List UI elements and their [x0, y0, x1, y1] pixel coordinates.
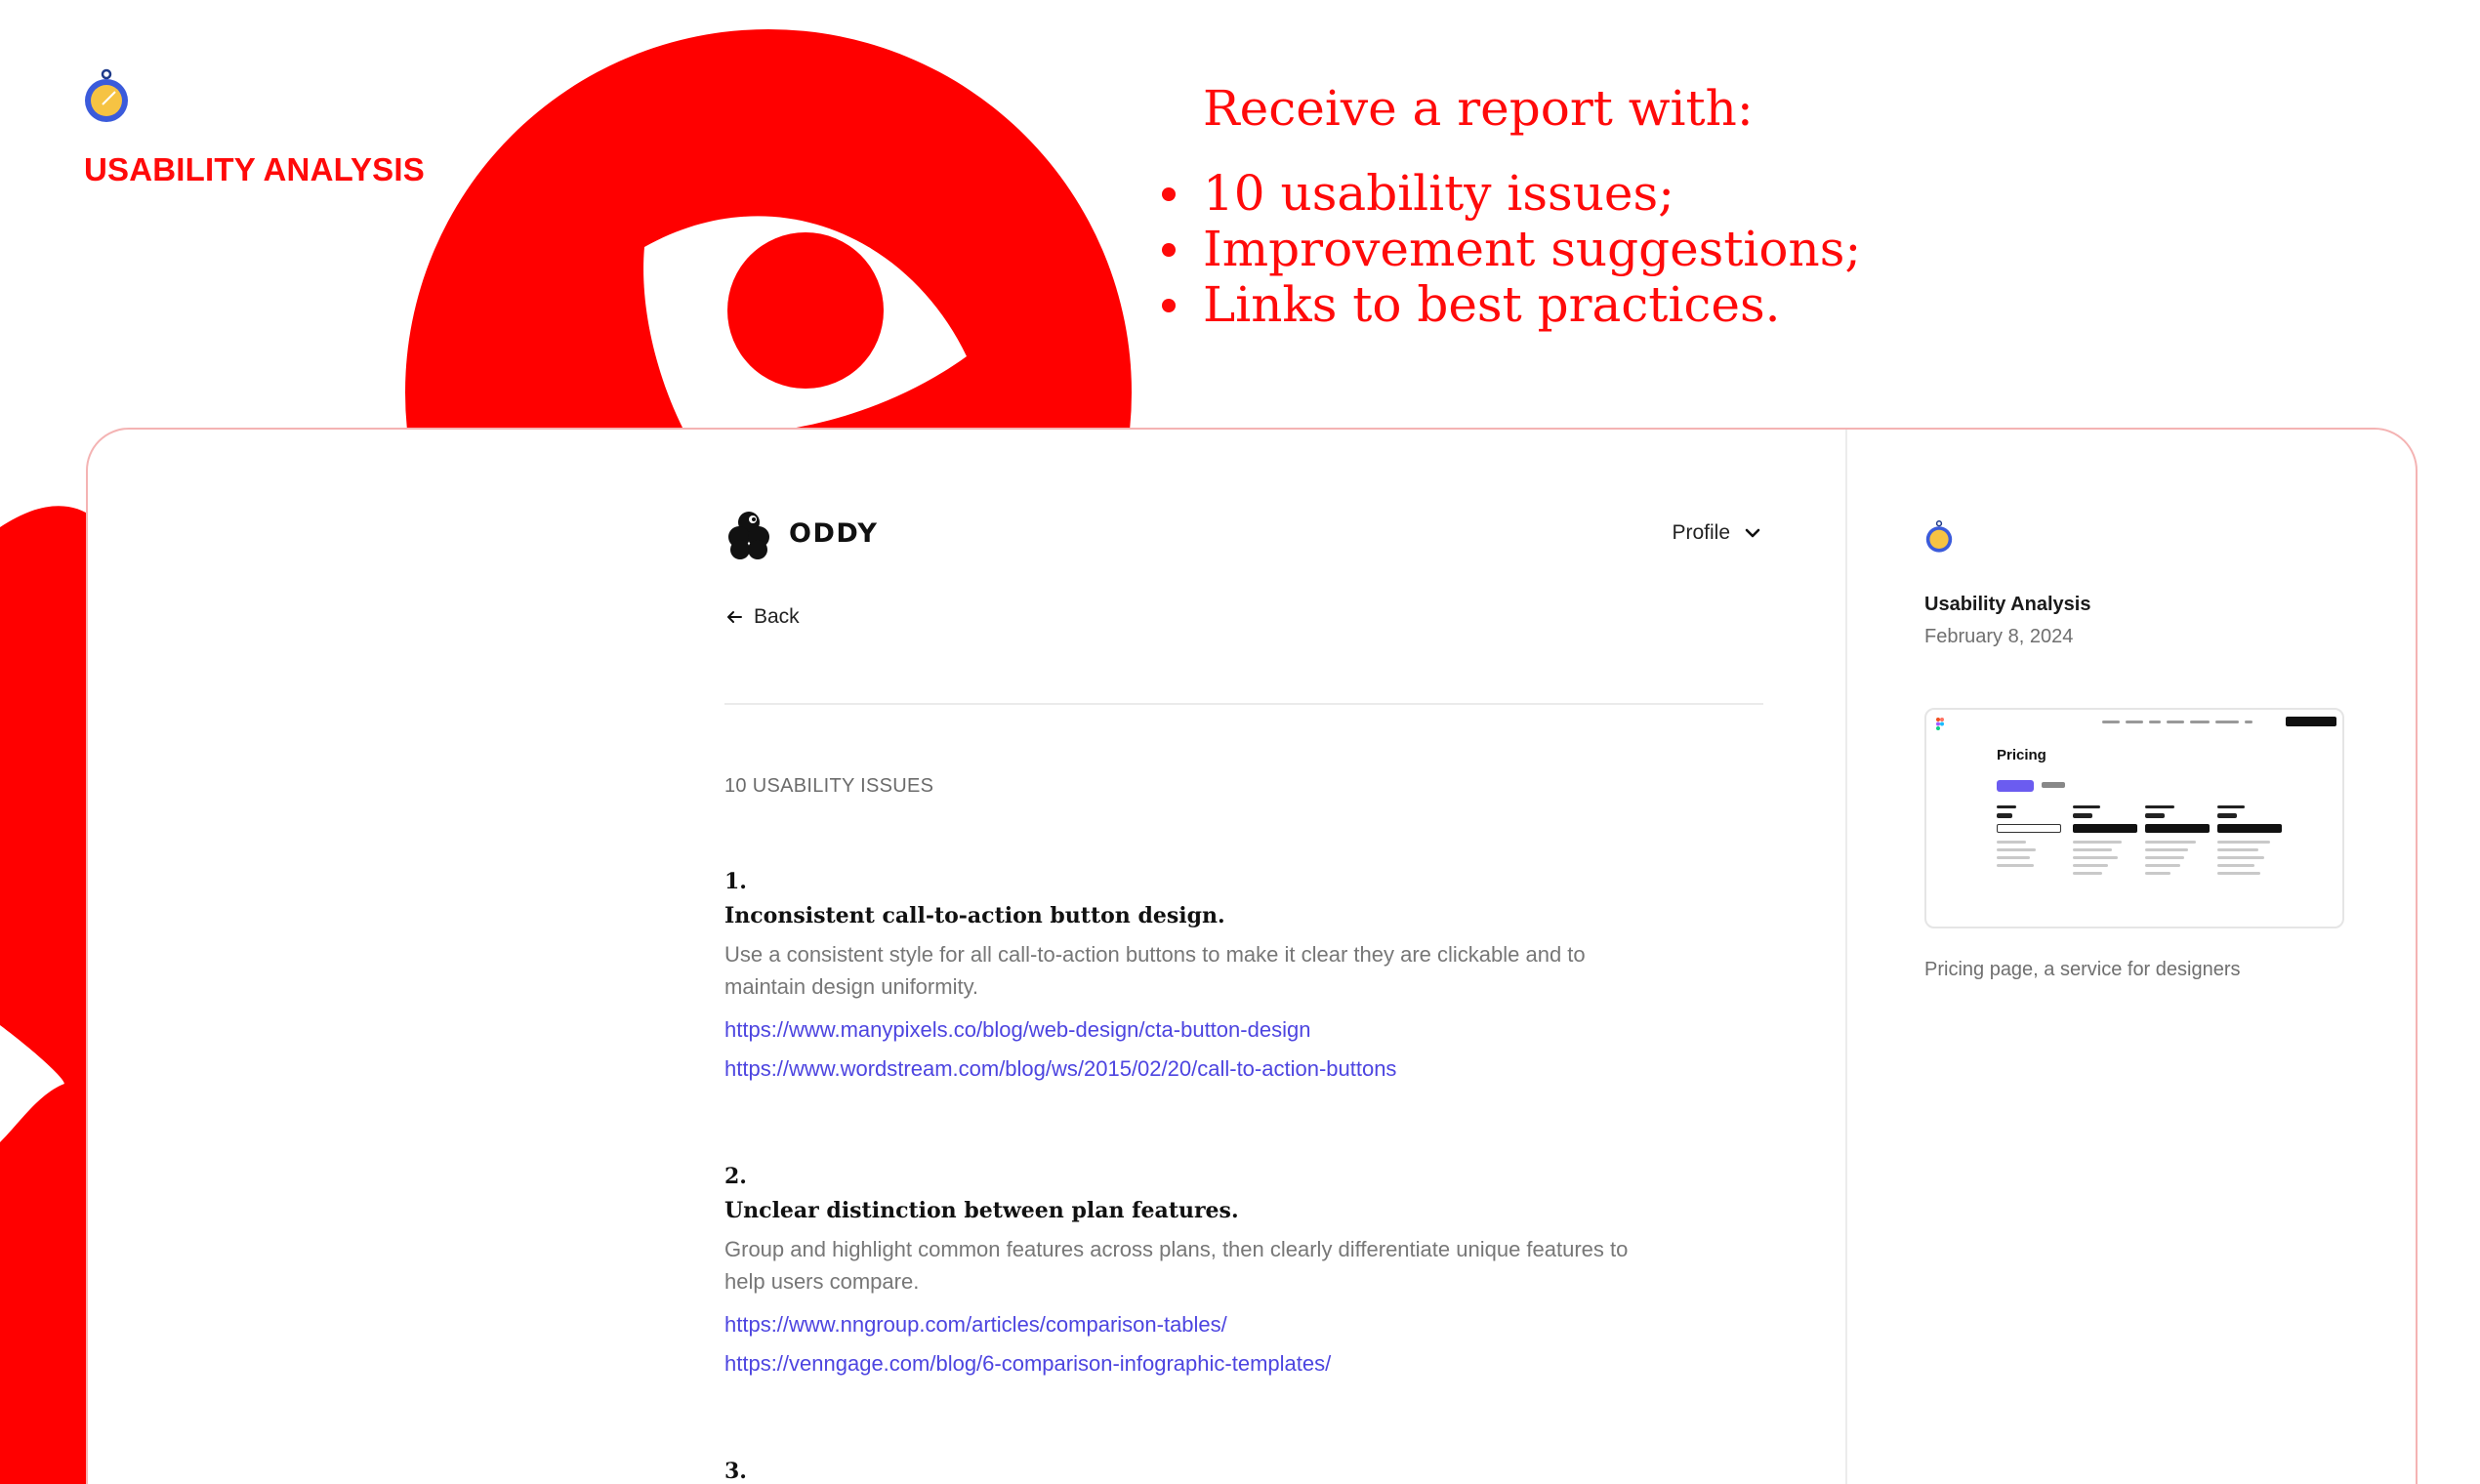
- thumb-tab: [1997, 780, 2034, 792]
- compass-icon: [85, 68, 128, 122]
- app-header: ODDY Profile: [724, 510, 1763, 564]
- issue-item: 2. Unclear distinction between plan feat…: [724, 1164, 1763, 1383]
- issue-number: 1.: [724, 869, 747, 894]
- app-window: ODDY Profile Back 10 USABILITY ISSUES 1.…: [86, 428, 2418, 1484]
- back-button[interactable]: Back: [724, 605, 800, 629]
- promo-list: 10 usability issues; Improvement suggest…: [1162, 166, 1861, 333]
- best-practice-link[interactable]: https://venngage.com/blog/6-comparison-i…: [724, 1344, 1763, 1383]
- thumb-heading: Pricing: [1997, 747, 2046, 763]
- promo-item: 10 usability issues;: [1162, 166, 1861, 222]
- thumb-plan-column: [2073, 805, 2137, 880]
- figma-logo-icon: [1936, 718, 1944, 730]
- thumb-plan-column: [2145, 805, 2210, 880]
- issue-number: 3.: [724, 1459, 747, 1484]
- thumb-nav-item: [2102, 721, 2120, 723]
- issue-item: 1. Inconsistent call-to-action button de…: [724, 869, 1763, 1089]
- arrow-left-icon: [727, 611, 742, 623]
- oddy-logo-icon[interactable]: [728, 510, 769, 560]
- thumb-plan-column: [1997, 805, 2061, 872]
- issue-description: Use a consistent style for all call-to-a…: [724, 942, 1586, 999]
- issue-number: 2.: [724, 1164, 747, 1189]
- bullet-icon: [1162, 186, 1176, 201]
- bullet-icon: [1162, 242, 1176, 257]
- divider: [724, 703, 1763, 705]
- thumb-nav-item: [2149, 721, 2161, 723]
- thumbnail-caption: Pricing page, a service for designers: [1924, 959, 2241, 980]
- issue-title: Inconsistent call-to-action button desig…: [724, 903, 1225, 928]
- best-practice-link[interactable]: https://www.wordstream.com/blog/ws/2015/…: [724, 1050, 1763, 1089]
- thumb-nav-item: [2245, 721, 2253, 723]
- thumb-tab: [2042, 782, 2065, 788]
- promo-item: Links to best practices.: [1162, 277, 1861, 333]
- issue-title: Unclear distinction between plan feature…: [724, 1198, 1239, 1223]
- issue-links: https://www.nngroup.com/articles/compari…: [724, 1305, 1763, 1383]
- issue-description: Group and highlight common features acro…: [724, 1237, 1629, 1294]
- brand-label: USABILITY ANALYSIS: [84, 151, 425, 187]
- chevron-down-icon: [1745, 528, 1760, 538]
- issue-item: 3.: [724, 1459, 1763, 1484]
- best-practice-link[interactable]: https://www.nngroup.com/articles/compari…: [724, 1305, 1763, 1344]
- analysis-date: February 8, 2024: [1924, 626, 2074, 647]
- compass-icon: [1925, 520, 1953, 553]
- analysis-title: Usability Analysis: [1924, 594, 2091, 615]
- best-practice-link[interactable]: https://www.manypixels.co/blog/web-desig…: [724, 1010, 1763, 1050]
- profile-menu[interactable]: Profile: [1672, 521, 1763, 545]
- back-label: Back: [754, 605, 800, 628]
- thumb-nav-item: [2126, 721, 2143, 723]
- bullet-icon: [1162, 298, 1176, 312]
- thumb-plan-column: [2217, 805, 2282, 880]
- report-sidebar: Usability Analysis February 8, 2024 Pric…: [1845, 430, 2416, 1484]
- profile-label: Profile: [1672, 521, 1730, 544]
- thumb-nav-item: [2190, 721, 2210, 723]
- logo-text[interactable]: ODDY: [789, 518, 878, 549]
- screenshot-thumbnail[interactable]: Pricing: [1924, 708, 2344, 928]
- thumb-cta: [2286, 717, 2336, 726]
- thumb-nav-item: [2215, 721, 2239, 723]
- promo-title: Receive a report with:: [1203, 80, 1754, 137]
- section-label: 10 USABILITY ISSUES: [724, 775, 934, 797]
- thumb-nav-item: [2167, 721, 2184, 723]
- promo-item: Improvement suggestions;: [1162, 222, 1861, 277]
- issue-links: https://www.manypixels.co/blog/web-desig…: [724, 1010, 1763, 1089]
